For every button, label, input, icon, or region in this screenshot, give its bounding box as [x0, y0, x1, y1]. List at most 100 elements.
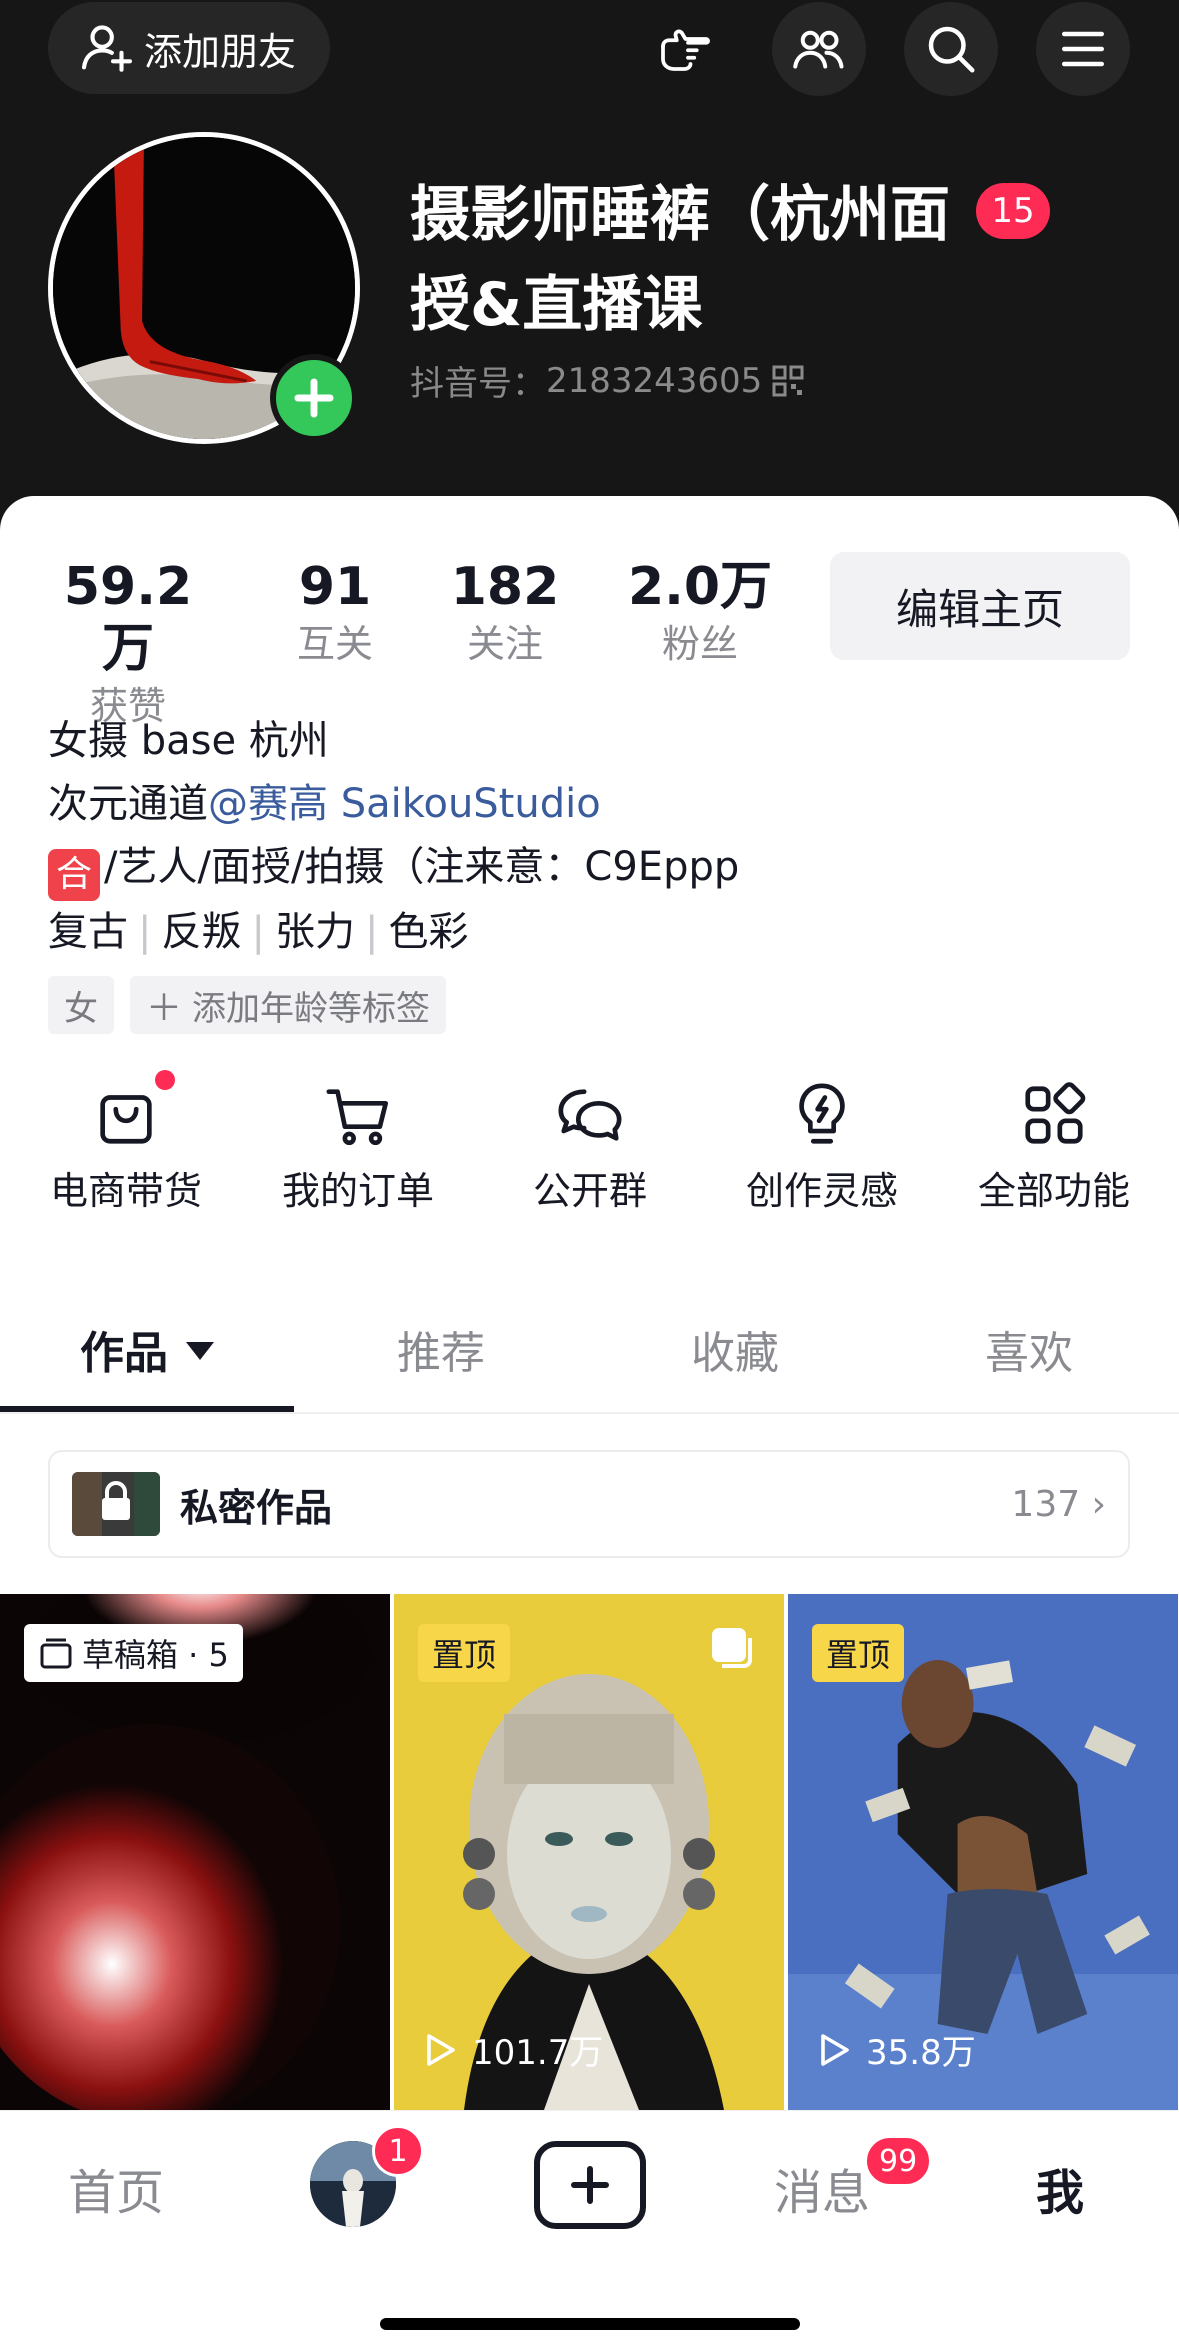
douyin-id[interactable]: 抖音号： 2183243605	[410, 356, 804, 405]
pinned-badge: 置顶	[418, 1624, 511, 1682]
bio-text: 次元通道	[48, 781, 208, 827]
active-tab-indicator	[0, 1406, 294, 1412]
follow-plus-button[interactable]	[270, 354, 358, 442]
bio-separator: |	[364, 909, 379, 955]
plus-icon	[294, 378, 334, 418]
stat-label: 粉丝	[661, 622, 738, 666]
search-button[interactable]	[904, 2, 998, 96]
top-bar: 添加朋友	[0, 0, 1179, 100]
bio-separator: |	[138, 909, 152, 955]
feature-ecommerce[interactable]: 电商带货	[16, 1056, 236, 1215]
notification-dot	[155, 1070, 175, 1090]
stats-row: 59.2万 获赞 91 互关 182 关注 2.0万 粉丝	[0, 556, 820, 728]
tab-recommended[interactable]: 推荐	[294, 1314, 588, 1414]
chevron-right-icon: ›	[1091, 1483, 1106, 1525]
add-tag-label: 添加年龄等标签	[192, 988, 431, 1029]
pointing-hand-icon	[661, 29, 710, 71]
group-chat-icon	[558, 1089, 622, 1141]
nav-messages[interactable]: 消息	[774, 2153, 870, 2223]
tab-label: 作品	[80, 1328, 168, 1379]
drafts-badge: 草稿箱 · 5	[24, 1624, 243, 1682]
bio-line: 复古 | 反叛 | 张力 | 色彩	[48, 901, 1128, 964]
gender-tag[interactable]: 女	[48, 976, 114, 1034]
feature-public-group[interactable]: 公开群	[480, 1056, 700, 1215]
create-button[interactable]	[534, 2141, 646, 2229]
profile-bio: 女摄 base 杭州 次元通道@赛高 SaikouStudio 合/艺人/面授/…	[48, 710, 1128, 964]
tab-favorites[interactable]: 收藏	[588, 1314, 882, 1414]
feature-inspiration[interactable]: 创作灵感	[712, 1056, 932, 1215]
bio-keyword: 色彩	[388, 909, 469, 955]
search-icon	[928, 26, 975, 73]
feature-label: 电商带货	[49, 1169, 202, 1213]
video-cell-pinned-2[interactable]: 置顶 35.8万	[788, 1594, 1179, 2110]
stat-likes[interactable]: 59.2万 获赞	[48, 556, 208, 732]
add-friend-button[interactable]: 添加朋友	[48, 2, 330, 94]
messages-badge: 99	[864, 2135, 933, 2187]
content-tabs: 作品 推荐 收藏 喜欢	[0, 1314, 1179, 1414]
menu-button[interactable]	[1036, 2, 1130, 96]
tab-works[interactable]: 作品	[0, 1314, 294, 1414]
private-works-label: 私密作品	[180, 1485, 333, 1530]
add-tag-button[interactable]: ＋ 添加年龄等标签	[130, 976, 447, 1034]
video-grid: 草稿箱 · 5 置顶 101.7万 置顶 35.8万	[0, 1594, 1179, 2110]
pinned-badge: 置顶	[812, 1624, 905, 1682]
private-works-count-value: 137	[1011, 1483, 1081, 1525]
profile-avatar-container	[48, 132, 360, 444]
multi-image-icon	[712, 1628, 752, 1668]
bio-keyword: 反叛	[161, 909, 242, 955]
stat-followers[interactable]: 2.0万 粉丝	[620, 556, 780, 670]
feature-shortcuts: 电商带货 我的订单 公开群 创作灵感 全部功能	[0, 1056, 1179, 1256]
profile-card: 59.2万 获赞 91 互关 182 关注 2.0万 粉丝 编辑主页 女摄 ba…	[0, 496, 1179, 1640]
menu-icon	[1062, 31, 1104, 67]
play-count-value: 35.8万	[866, 2033, 976, 2073]
nav-me[interactable]: 我	[1036, 2153, 1084, 2223]
shopping-bag-icon	[100, 1095, 152, 1144]
private-works-row[interactable]: 私密作品 137 ›	[48, 1450, 1130, 1558]
stat-following[interactable]: 182 关注	[440, 556, 570, 670]
lock-icon	[72, 1472, 160, 1536]
feature-label: 创作灵感	[745, 1169, 898, 1213]
bio-line: 合/艺人/面授/拍摄（注来意：C9Eppp	[48, 836, 1128, 901]
nickname-badge[interactable]: 15	[976, 183, 1050, 239]
bio-line: 女摄 base 杭州	[48, 718, 329, 764]
profile-nickname: 摄影师睡裤（杭州面授&直播课	[410, 180, 950, 340]
plus-icon	[571, 2166, 609, 2204]
feature-label: 公开群	[532, 1169, 647, 1213]
bio-mention-link[interactable]: @赛高 SaikouStudio	[208, 781, 601, 827]
private-works-count: 137 ›	[1011, 1484, 1106, 1525]
friends-button[interactable]	[772, 2, 866, 96]
private-works-thumbnail	[72, 1472, 160, 1536]
video-cell-pinned-1[interactable]: 置顶 101.7万	[394, 1594, 784, 2110]
add-friend-icon	[81, 25, 133, 72]
stat-value: 91	[298, 557, 372, 617]
feature-label: 全部功能	[977, 1169, 1130, 1213]
dropdown-caret-icon	[186, 1342, 214, 1360]
nav-avatar-badge: 1	[372, 2125, 424, 2177]
cooperation-icon: 合	[48, 849, 100, 901]
friends-icon	[793, 30, 844, 69]
pointing-hand-button[interactable]	[636, 2, 730, 96]
bio-keyword: 张力	[274, 909, 355, 955]
profile-header: 添加朋友 摄影师睡裤（杭州面授&直播课 15 抖音号： 2183243605	[0, 0, 1179, 540]
profile-tags: 女 ＋ 添加年龄等标签	[48, 976, 462, 1034]
qr-code-icon	[772, 365, 804, 396]
feature-orders[interactable]: 我的订单	[248, 1056, 468, 1215]
edit-profile-button[interactable]: 编辑主页	[830, 552, 1130, 660]
plus-icon: ＋	[146, 988, 183, 1029]
play-icon	[427, 2033, 455, 2066]
play-icon	[821, 2033, 849, 2066]
cart-icon	[326, 1089, 389, 1146]
home-indicator[interactable]	[380, 2318, 800, 2330]
nav-home[interactable]: 首页	[68, 2153, 164, 2223]
douyin-id-label: 抖音号：	[410, 364, 546, 404]
grid-apps-icon	[1025, 1082, 1086, 1144]
drafts-box-icon	[40, 1638, 72, 1669]
drafts-label: 草稿箱 · 5	[82, 1636, 229, 1674]
douyin-id-value: 2183243605	[546, 360, 763, 401]
tab-likes[interactable]: 喜欢	[882, 1314, 1176, 1414]
video-cell-drafts[interactable]: 草稿箱 · 5	[0, 1594, 390, 2110]
stat-mutual[interactable]: 91 互关	[270, 556, 400, 670]
stat-label: 互关	[296, 622, 373, 666]
feature-all[interactable]: 全部功能	[944, 1056, 1164, 1215]
play-count: 35.8万	[814, 2025, 976, 2074]
